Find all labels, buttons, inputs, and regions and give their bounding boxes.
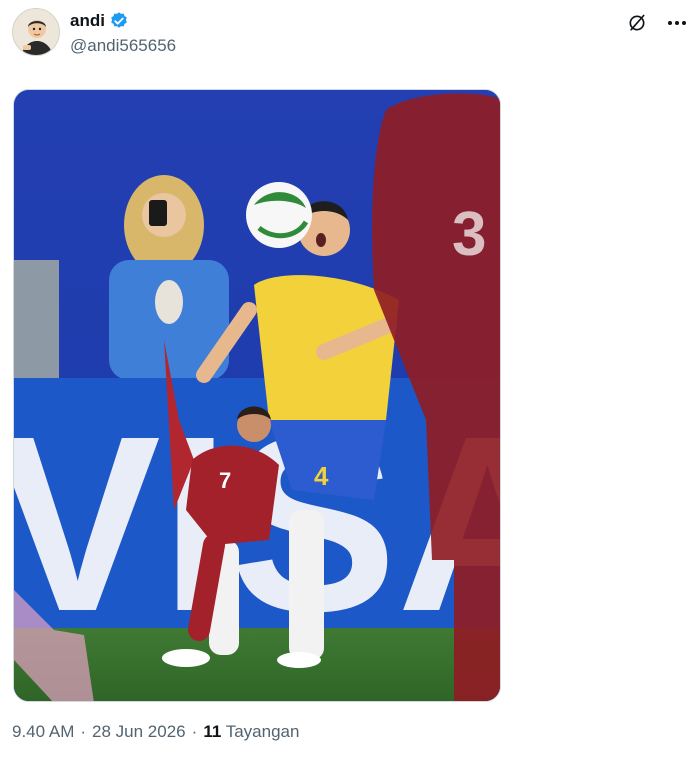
defender-jersey-number: 4 <box>314 461 329 491</box>
verified-badge-icon <box>109 11 129 31</box>
meta-separator: · <box>80 722 87 741</box>
grok-icon[interactable] <box>626 12 648 34</box>
tweet-header: andi @andi565656 <box>12 8 688 60</box>
display-name[interactable]: andi <box>70 11 105 31</box>
author-block: andi @andi565656 <box>70 10 176 56</box>
foreground-jersey-number: 3 <box>452 200 486 269</box>
attacker-jersey-number: 7 <box>219 468 231 493</box>
avatar[interactable] <box>12 8 60 56</box>
handle[interactable]: @andi565656 <box>70 36 176 56</box>
tweet-actions <box>626 12 688 34</box>
tweet-meta: 9.40 AM · 28 Jun 2026 · 11 Tayangan <box>12 722 299 742</box>
views-label: Tayangan <box>225 722 300 741</box>
tweet-date[interactable]: 28 Jun 2026 <box>92 722 186 742</box>
tweet-photo[interactable]: VISA 4 7 3 <box>13 89 501 702</box>
tweet-time[interactable]: 9.40 AM <box>12 722 74 742</box>
views[interactable]: 11 Tayangan <box>203 722 299 742</box>
meta-separator: · <box>191 722 198 741</box>
views-count: 11 <box>203 722 222 741</box>
more-icon[interactable] <box>666 12 688 34</box>
